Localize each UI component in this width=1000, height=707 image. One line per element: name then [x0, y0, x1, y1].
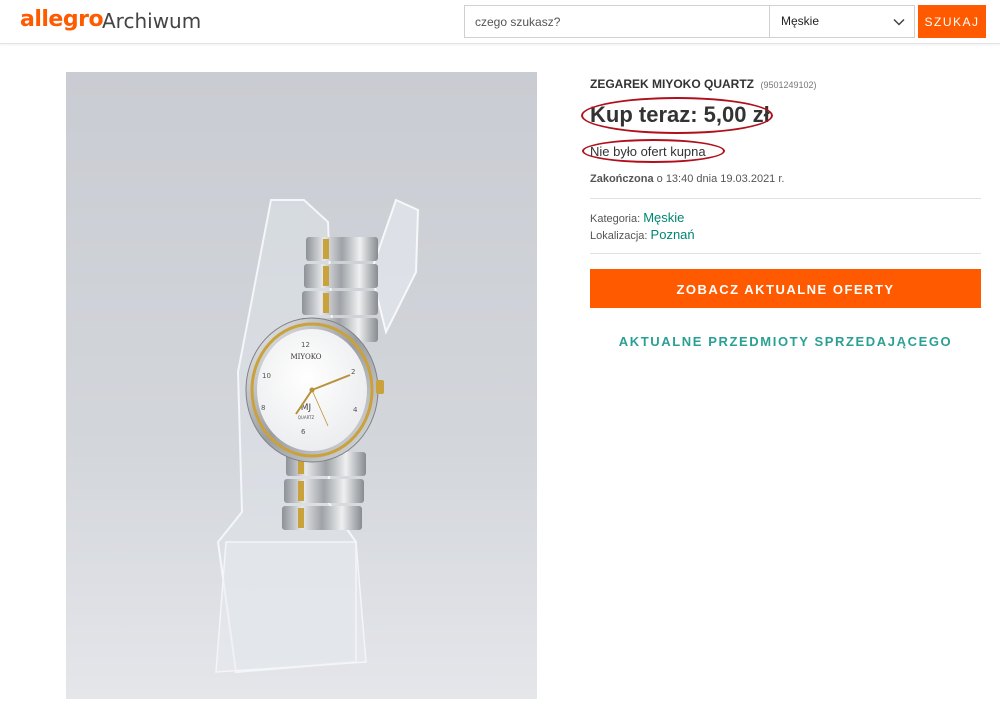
svg-text:4: 4	[353, 406, 358, 414]
category-link[interactable]: Męskie	[643, 210, 684, 225]
search-button[interactable]: SZUKAJ	[918, 5, 986, 38]
divider	[590, 198, 981, 199]
see-current-offers-button[interactable]: ZOBACZ AKTUALNE OFERTY	[590, 269, 981, 308]
svg-text:6: 6	[301, 428, 306, 436]
svg-text:8: 8	[261, 404, 265, 412]
ended-detail: o 13:40 dnia 19.03.2021 r.	[656, 173, 785, 185]
dial-quartz: QUARTZ	[298, 415, 315, 420]
seller-items-link[interactable]: AKTUALNE PRZEDMIOTY SPRZEDAJĄCEGO	[590, 334, 981, 349]
offers-highlight-ring	[582, 139, 725, 163]
category-select[interactable]: Męskie	[769, 5, 915, 38]
archive-title: Archiwum	[102, 9, 202, 33]
location-label: Lokalizacja:	[590, 230, 648, 242]
ended-label: Zakończona	[590, 173, 654, 185]
category-label: Kategoria:	[590, 213, 641, 225]
auction-ended-info: Zakończona o 13:40 dnia 19.03.2021 r.	[590, 173, 784, 185]
location-line: Lokalizacja: Poznań	[590, 227, 695, 242]
product-photo[interactable]: MIYOKO MJ QUARTZ 12 2 4 6 8 10	[66, 72, 537, 699]
title-line: ZEGAREK MIYOKO QUARTZ (9501249102)	[590, 75, 817, 93]
svg-text:12: 12	[301, 341, 310, 349]
category-line: Kategoria: Męskie	[590, 210, 684, 225]
price-highlight-ring	[581, 97, 773, 134]
product-title: ZEGAREK MIYOKO QUARTZ	[590, 77, 754, 91]
dial-brand: MIYOKO	[290, 353, 321, 361]
divider	[590, 253, 981, 254]
svg-text:2: 2	[351, 368, 355, 376]
allegro-logo[interactable]: allegro	[20, 6, 104, 34]
svg-text:10: 10	[262, 372, 271, 380]
top-header: allegro Archiwum Męskie SZUKAJ	[0, 0, 1000, 44]
location-link[interactable]: Poznań	[651, 227, 695, 242]
search-input[interactable]	[464, 5, 769, 38]
item-id: (9501249102)	[760, 80, 817, 90]
category-select-value: Męskie	[781, 14, 820, 28]
watch-illustration: MIYOKO MJ QUARTZ 12 2 4 6 8 10	[66, 72, 537, 699]
chevron-down-icon	[893, 18, 905, 26]
